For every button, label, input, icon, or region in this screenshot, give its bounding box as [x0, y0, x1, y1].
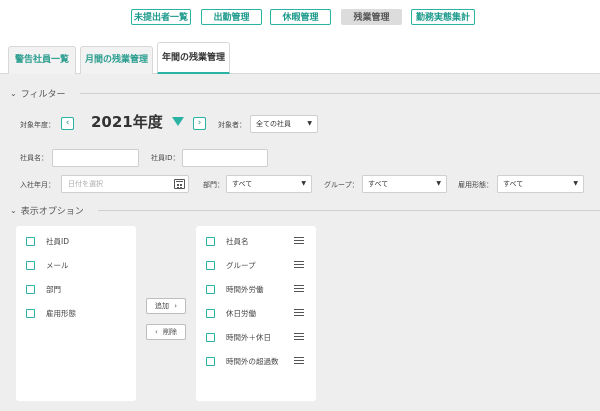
checkbox[interactable]	[26, 260, 35, 270]
dept-select[interactable]: すべて ▼	[226, 175, 312, 193]
target-label: 対象者：	[218, 121, 246, 129]
chevron-down-icon: ⌄	[10, 205, 17, 215]
tab-bar: 警告社員一覧 月間の残業管理 年間の残業管理	[0, 36, 600, 74]
drag-handle-icon[interactable]	[294, 237, 304, 244]
drag-handle-icon[interactable]	[294, 285, 304, 292]
add-button-label: 追加	[154, 302, 169, 310]
available-item[interactable]: メール	[26, 258, 69, 272]
selected-item[interactable]: 休日労働	[206, 306, 256, 320]
chevron-left-icon: ‹	[154, 328, 158, 336]
item-label: 時間外＋休日	[226, 332, 271, 342]
id-label: 社員ID：	[151, 154, 180, 162]
selected-columns-panel: 社員名 グループ 時間外労働 休日労働 時間外＋休日 時間外の超過数	[196, 226, 316, 401]
item-label: 時間外労働	[226, 284, 264, 294]
calendar-icon[interactable]	[174, 179, 185, 189]
nav-overtime[interactable]: 残業管理	[341, 9, 402, 25]
employment-type-select[interactable]: すべて ▼	[497, 175, 584, 193]
nav-unsubmitted[interactable]: 未提出者一覧	[131, 9, 191, 25]
item-label: 時間外の超過数	[226, 356, 279, 366]
checkbox[interactable]	[206, 332, 215, 342]
checkbox[interactable]	[206, 356, 215, 366]
remove-button[interactable]: ‹ 削除	[146, 324, 186, 340]
year-value: 2021年度	[91, 113, 163, 131]
checkbox[interactable]	[206, 236, 215, 246]
item-label: 社員ID	[46, 236, 69, 246]
caret-down-icon: ▼	[301, 180, 306, 187]
divider	[80, 93, 600, 94]
available-item[interactable]: 部門	[26, 282, 61, 296]
drag-handle-icon[interactable]	[294, 357, 304, 364]
employee-name-input[interactable]	[52, 149, 139, 167]
join-date-input[interactable]: 日付を選択	[61, 175, 189, 193]
available-item[interactable]: 雇用形態	[26, 306, 76, 320]
tab-yearly-overtime[interactable]: 年間の残業管理	[157, 42, 230, 74]
caret-down-icon: ▼	[573, 180, 578, 187]
dept-label: 部門：	[203, 181, 224, 189]
target-select-value: 全ての社員	[256, 120, 291, 128]
checkbox[interactable]	[26, 236, 35, 246]
remove-button-label: 削除	[163, 328, 178, 336]
selected-item[interactable]: 時間外の超過数	[206, 354, 279, 368]
item-label: 休日労働	[226, 308, 256, 318]
prev-year-button[interactable]: ‹	[61, 117, 74, 130]
checkbox[interactable]	[206, 284, 215, 294]
selected-item[interactable]: 社員名	[206, 234, 306, 248]
group-select[interactable]: すべて ▼	[362, 175, 447, 193]
filter-section-title: フィルター	[20, 89, 66, 100]
join-date-placeholder: 日付を選択	[68, 180, 103, 188]
group-label: グループ：	[324, 181, 359, 189]
selected-item[interactable]: 時間外＋休日	[206, 330, 271, 344]
next-year-button[interactable]: ›	[193, 117, 206, 130]
available-item[interactable]: 社員ID	[26, 234, 69, 248]
type-label: 雇用形態：	[458, 181, 493, 189]
item-label: メール	[46, 260, 69, 270]
checkbox[interactable]	[206, 260, 215, 270]
chevron-right-icon: ›	[174, 302, 178, 310]
target-select[interactable]: 全ての社員 ▼	[250, 115, 318, 133]
drag-handle-icon[interactable]	[294, 261, 304, 268]
item-label: グループ	[226, 260, 256, 270]
display-options-toggle[interactable]: ⌄ 表示オプション	[10, 204, 84, 217]
filter-section-toggle[interactable]: ⌄ フィルター	[10, 87, 66, 100]
nav-work-summary[interactable]: 勤務実態集計	[411, 9, 475, 25]
add-button[interactable]: 追加 ›	[146, 298, 186, 314]
chevron-left-icon: ‹	[65, 118, 70, 128]
checkbox[interactable]	[206, 308, 215, 318]
chevron-down-icon: ⌄	[10, 88, 17, 98]
drag-handle-icon[interactable]	[294, 333, 304, 340]
join-label: 入社年月：	[20, 181, 55, 189]
selected-item[interactable]: グループ	[206, 258, 256, 272]
divider	[98, 210, 600, 211]
top-nav: 未提出者一覧 出勤管理 休暇管理 残業管理 勤務実態集計	[0, 0, 600, 36]
chevron-right-icon: ›	[197, 118, 202, 128]
selected-item[interactable]: 時間外労働	[206, 282, 264, 296]
item-label: 社員名	[226, 236, 249, 246]
display-options-title: 表示オプション	[20, 206, 84, 217]
name-label: 社員名：	[20, 154, 48, 162]
nav-attendance[interactable]: 出勤管理	[201, 9, 262, 25]
dept-select-value: すべて	[232, 180, 253, 188]
caret-down-icon: ▼	[307, 120, 312, 127]
employee-id-input[interactable]	[182, 149, 268, 167]
tab-warning-employees[interactable]: 警告社員一覧	[8, 46, 76, 74]
year-dropdown-icon[interactable]	[172, 117, 184, 126]
year-label: 対象年度：	[20, 121, 55, 129]
caret-down-icon: ▼	[436, 180, 441, 187]
group-select-value: すべて	[368, 180, 389, 188]
drag-handle-icon[interactable]	[294, 309, 304, 316]
item-label: 部門	[46, 284, 61, 294]
employment-type-value: すべて	[503, 180, 524, 188]
checkbox[interactable]	[26, 284, 35, 294]
tab-monthly-overtime[interactable]: 月間の残業管理	[80, 46, 153, 74]
item-label: 雇用形態	[46, 308, 76, 318]
nav-leave[interactable]: 休暇管理	[270, 9, 331, 25]
checkbox[interactable]	[26, 308, 35, 318]
available-columns-panel: 社員ID メール 部門 雇用形態	[16, 226, 136, 401]
